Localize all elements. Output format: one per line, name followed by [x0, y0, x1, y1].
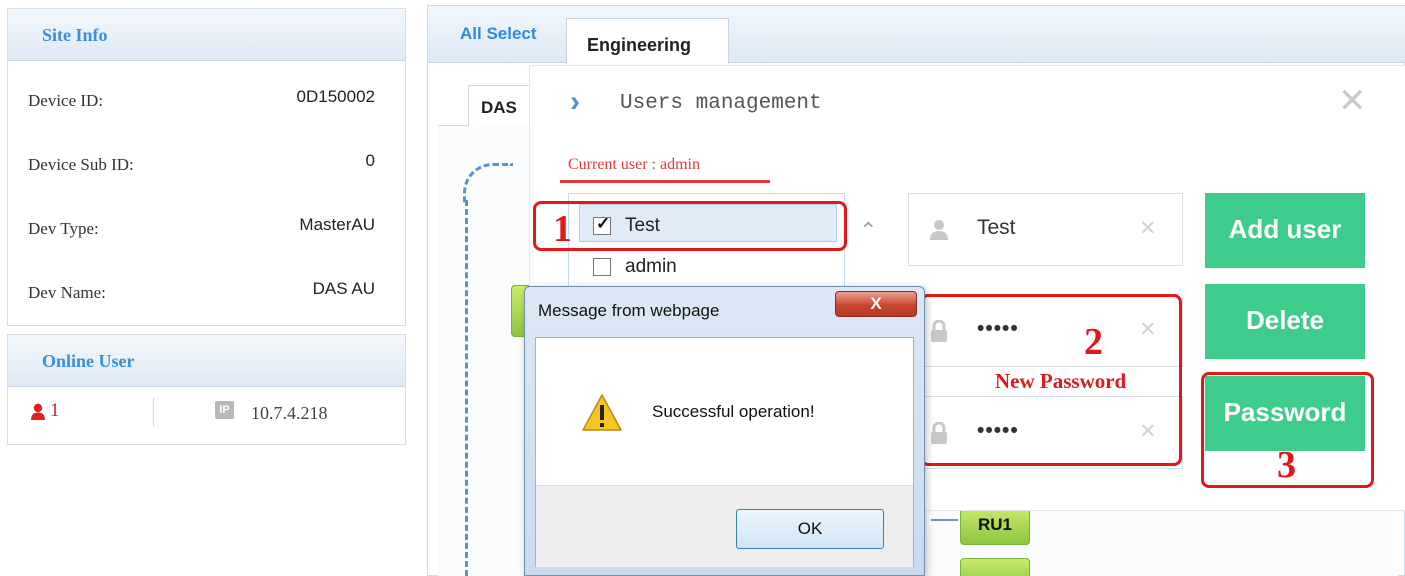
online-user-row: 1 IP 10.7.4.218 [8, 387, 405, 445]
users-management-title: Users management [620, 92, 822, 115]
user-icon [930, 220, 948, 240]
ru-node[interactable] [960, 558, 1030, 576]
main-tab-bar: All Select Engineering [428, 6, 1405, 64]
device-id-value: 0D150002 [296, 87, 375, 106]
current-user-label: Current user : admin [568, 156, 700, 173]
close-icon[interactable]: ✕ [1338, 84, 1367, 118]
user-name: admin [625, 256, 677, 277]
username-value: Test [977, 216, 1016, 239]
message-dialog: Message from webpage X Successful operat… [524, 286, 925, 576]
annotation-step-2: 2 [1084, 321, 1103, 363]
topology-arrow [931, 519, 958, 521]
warning-icon [582, 394, 622, 431]
online-user-title: Online User [8, 335, 405, 387]
ok-button[interactable]: OK [736, 509, 884, 549]
username-field[interactable]: Test ✕ [908, 193, 1183, 266]
annotation-step-1: 1 [553, 208, 572, 250]
annotation-box-1 [533, 201, 847, 251]
scroll-up-icon[interactable]: ⌃ [859, 218, 877, 244]
site-info-panel: Site Info Device ID: 0D150002 Device Sub… [7, 8, 406, 326]
device-sub-id-label: Device Sub ID: [28, 155, 134, 174]
person-icon [31, 403, 45, 420]
dev-type-row: Dev Type: MasterAU [8, 189, 405, 253]
ru1-node[interactable]: RU1 [960, 505, 1030, 545]
dev-type-value: MasterAU [299, 215, 375, 234]
device-id-label: Device ID: [28, 91, 104, 110]
dev-type-label: Dev Type: [28, 219, 99, 238]
annotation-new-password: New Password [995, 369, 1127, 393]
dev-name-value: DAS AU [312, 279, 375, 298]
topology-link-line [465, 200, 468, 576]
dialog-title: Message from webpage [538, 301, 720, 320]
clear-icon[interactable]: ✕ [1139, 216, 1157, 241]
checkbox[interactable] [593, 258, 611, 276]
site-info-title: Site Info [8, 9, 405, 61]
chevron-right-icon: › [570, 85, 580, 118]
tab-all-select[interactable]: All Select [460, 24, 537, 44]
delete-button[interactable]: Delete [1205, 284, 1365, 359]
dialog-close-button[interactable]: X [835, 291, 917, 317]
online-user-panel: Online User 1 IP 10.7.4.218 [7, 334, 406, 445]
tab-engineering[interactable]: Engineering [566, 18, 729, 64]
online-user-count: 1 [50, 400, 60, 421]
annotation-step-3: 3 [1277, 444, 1296, 486]
current-user-underline [560, 180, 770, 183]
dev-name-row: Dev Name: DAS AU [8, 253, 405, 317]
add-user-button[interactable]: Add user [1205, 193, 1365, 268]
divider [153, 397, 154, 427]
device-id-row: Device ID: 0D150002 [8, 61, 405, 125]
device-sub-id-value: 0 [365, 151, 375, 170]
ip-icon: IP [215, 401, 234, 419]
dialog-message: Successful operation! [652, 402, 815, 421]
dev-name-label: Dev Name: [28, 283, 106, 302]
device-sub-id-row: Device Sub ID: 0 [8, 125, 405, 189]
online-user-ip: 10.7.4.218 [251, 403, 328, 423]
